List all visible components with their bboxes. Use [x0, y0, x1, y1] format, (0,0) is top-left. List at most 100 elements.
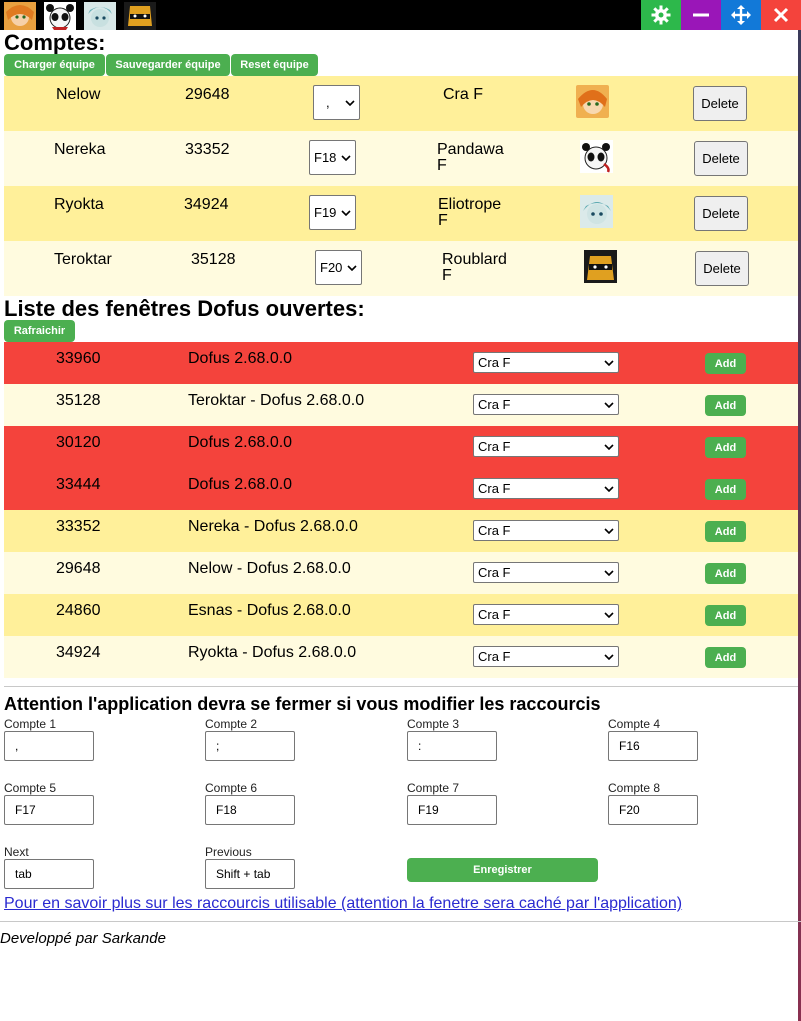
- save-shortcuts-button[interactable]: Enregistrer: [407, 858, 598, 882]
- settings-button[interactable]: [641, 0, 681, 30]
- window-pid: 33960: [56, 350, 101, 367]
- shortcut-input[interactable]: ;: [205, 731, 295, 761]
- delete-button[interactable]: Delete: [694, 196, 748, 231]
- chevron-down-icon: [345, 99, 355, 106]
- chevron-down-icon: [604, 443, 614, 450]
- class-select[interactable]: Cra F: [473, 562, 619, 583]
- account-class: Eliotrope: [438, 196, 502, 213]
- shortcut-select[interactable]: F18: [309, 140, 356, 175]
- load-team-button[interactable]: Charger équipe: [4, 54, 105, 76]
- chevron-down-icon: [347, 264, 357, 271]
- minimize-icon: [693, 13, 709, 17]
- window-row: 29648 Nelow - Dofus 2.68.0.0 Cra F Add: [4, 552, 798, 594]
- shortcut-input[interactable]: F19: [407, 795, 497, 825]
- roublard-class-icon: [584, 250, 617, 283]
- account-class: Pandawa: [437, 141, 504, 158]
- add-button[interactable]: Add: [705, 353, 746, 374]
- delete-button[interactable]: Delete: [693, 86, 747, 121]
- account-row: Ryokta 34924 F19 Eliotrope F Delete: [4, 186, 798, 241]
- minimize-button[interactable]: [681, 0, 721, 30]
- class-select-value: Cra F: [478, 649, 511, 664]
- cra-class-icon: [576, 85, 609, 118]
- class-select[interactable]: Cra F: [473, 604, 619, 625]
- shortcut-input[interactable]: :: [407, 731, 497, 761]
- delete-button[interactable]: Delete: [694, 141, 748, 176]
- shortcut-value: F19: [314, 205, 337, 220]
- add-button[interactable]: Add: [705, 395, 746, 416]
- class-select[interactable]: Cra F: [473, 646, 619, 667]
- title-bar[interactable]: [0, 0, 801, 30]
- shortcut-value: F18: [314, 150, 337, 165]
- shortcut-select[interactable]: F20: [315, 250, 362, 285]
- window-row: 24860 Esnas - Dofus 2.68.0.0 Cra F Add: [4, 594, 798, 636]
- eliotrope-class-icon: [580, 195, 613, 228]
- reset-team-button[interactable]: Reset équipe: [231, 54, 318, 76]
- refresh-button[interactable]: Rafraichir: [4, 320, 75, 342]
- shortcut-label: Compte 2: [205, 717, 258, 731]
- class-select[interactable]: Cra F: [473, 478, 619, 499]
- account-pid: 29648: [185, 86, 230, 103]
- chevron-down-icon: [604, 359, 614, 366]
- shortcut-select[interactable]: F19: [309, 195, 356, 230]
- shortcut-value: F20: [320, 260, 343, 275]
- chevron-down-icon: [604, 611, 614, 618]
- account-class: Cra F: [443, 86, 483, 103]
- shortcut-input[interactable]: F20: [608, 795, 698, 825]
- avatar-pandawa-icon[interactable]: [40, 0, 80, 30]
- shortcut-input[interactable]: tab: [4, 859, 94, 889]
- accounts-title: Comptes:: [4, 30, 106, 55]
- add-button[interactable]: Add: [705, 479, 746, 500]
- chevron-down-icon: [341, 209, 351, 216]
- shortcut-input[interactable]: Shift + tab: [205, 859, 295, 889]
- shortcut-input[interactable]: ,: [4, 731, 94, 761]
- account-name: Nelow: [56, 86, 101, 103]
- chevron-down-icon: [604, 527, 614, 534]
- move-button[interactable]: [721, 0, 761, 30]
- class-select[interactable]: Cra F: [473, 520, 619, 541]
- window-row: 35128 Teroktar - Dofus 2.68.0.0 Cra F Add: [4, 384, 798, 426]
- account-class: Roublard: [442, 251, 507, 268]
- add-button[interactable]: Add: [705, 647, 746, 668]
- add-button[interactable]: Add: [705, 437, 746, 458]
- shortcut-input[interactable]: F18: [205, 795, 295, 825]
- window-pid: 30120: [56, 434, 101, 451]
- add-button[interactable]: Add: [705, 521, 746, 542]
- class-select-value: Cra F: [478, 523, 511, 538]
- delete-button[interactable]: Delete: [695, 251, 749, 286]
- add-button[interactable]: Add: [705, 605, 746, 626]
- class-select-value: Cra F: [478, 481, 511, 496]
- save-team-button[interactable]: Sauvegarder équipe: [106, 54, 230, 76]
- window-pid: 33352: [56, 518, 101, 535]
- add-button[interactable]: Add: [705, 563, 746, 584]
- shortcut-input[interactable]: F17: [4, 795, 94, 825]
- class-select-value: Cra F: [478, 397, 511, 412]
- shortcuts-help-link[interactable]: Pour en savoir plus sur les raccourcis u…: [4, 895, 682, 913]
- window-pid: 33444: [56, 476, 101, 493]
- window-pid: 29648: [56, 560, 101, 577]
- class-select[interactable]: Cra F: [473, 352, 619, 373]
- window-row: 34924 Ryokta - Dofus 2.68.0.0 Cra F Add: [4, 636, 798, 678]
- close-button[interactable]: [761, 0, 801, 30]
- class-select[interactable]: Cra F: [473, 436, 619, 457]
- shortcut-input[interactable]: F16: [608, 731, 698, 761]
- window-title: Esnas - Dofus 2.68.0.0: [188, 602, 351, 619]
- class-select[interactable]: Cra F: [473, 394, 619, 415]
- shortcut-select[interactable]: ,: [313, 85, 360, 120]
- shortcut-label: Previous: [205, 845, 252, 859]
- shortcut-label: Compte 1: [4, 717, 57, 731]
- window-title: Dofus 2.68.0.0: [188, 476, 293, 493]
- window-pid: 35128: [56, 392, 101, 409]
- account-class-gender: F: [437, 157, 447, 174]
- window-title: Dofus 2.68.0.0: [188, 434, 293, 451]
- avatar-cra-icon[interactable]: [0, 0, 40, 30]
- chevron-down-icon: [604, 569, 614, 576]
- chevron-down-icon: [604, 485, 614, 492]
- avatar-roublard-icon[interactable]: [120, 0, 160, 30]
- class-select-value: Cra F: [478, 607, 511, 622]
- account-pid: 33352: [185, 141, 230, 158]
- avatar-eliotrope-icon[interactable]: [80, 0, 120, 30]
- shortcut-label: Compte 8: [608, 781, 661, 795]
- shortcut-value: ,: [326, 95, 330, 110]
- window-row: 30120 Dofus 2.68.0.0 Cra F Add: [4, 426, 798, 468]
- window-pid: 24860: [56, 602, 101, 619]
